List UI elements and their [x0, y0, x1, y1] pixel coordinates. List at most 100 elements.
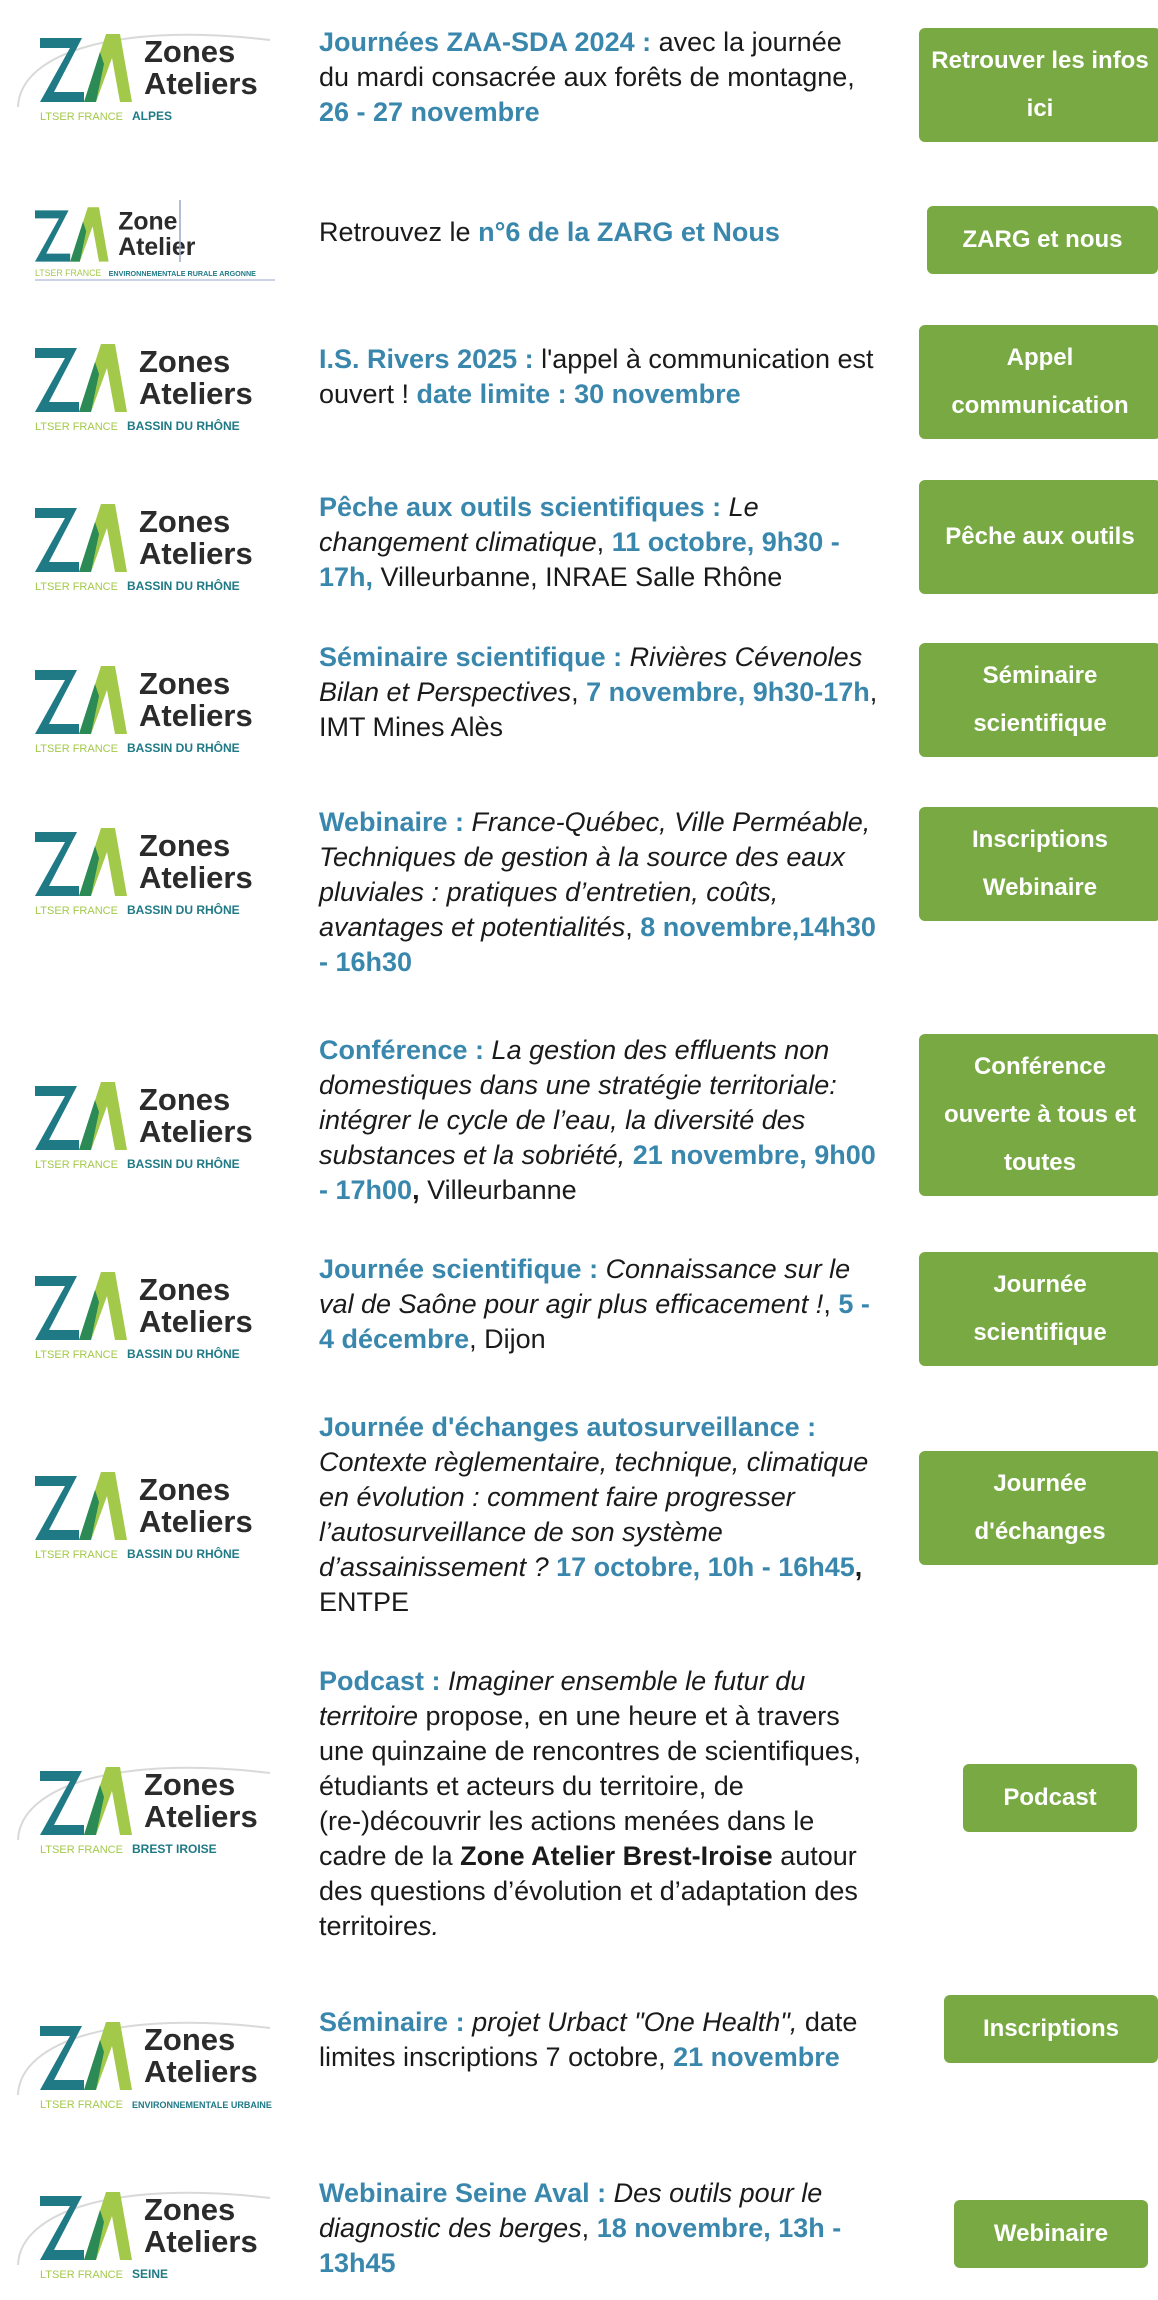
news-description: Webinaire : France-Québec, Ville Perméab… [319, 805, 879, 980]
peche-aux-outils-button[interactable]: Pêche aux outils [919, 480, 1158, 594]
body-text: , [581, 2213, 597, 2243]
conference-ouverte-a-tous-et-toutes-button[interactable]: Conférence ouverte à tous et toutes [919, 1034, 1158, 1196]
news-description: Conférence : La gestion des effluents no… [319, 1033, 879, 1208]
inscriptions-webinaire-button[interactable]: Inscriptions Webinaire [919, 807, 1158, 921]
button-label: Inscriptions [982, 2015, 1120, 2042]
button-label: Séminaire scientifique [973, 662, 1107, 737]
body-text: Zone Atelier Brest-Iroise [460, 1841, 773, 1871]
body-text: , [625, 912, 641, 942]
journee-d-echanges-button[interactable]: Journée d'échanges [919, 1451, 1158, 1565]
news-description: Pêche aux outils scientifiques : Le chan… [319, 490, 879, 595]
site-logo: Zones Ateliers LTSER FRANCE BASSIN DU RHÔNE [0, 1250, 290, 1380]
logo-site: BASSIN DU RHÔNE [127, 740, 240, 755]
webinaire-button[interactable]: Webinaire [954, 2200, 1148, 2268]
news-list: Zones Ateliers LTSER FRANCE ALPES Journées Z… [0, 0, 1158, 2286]
logo-ltser: LTSER FRANCE [35, 905, 118, 917]
logo-line2: Ateliers [139, 536, 253, 571]
body-text: , [823, 1289, 839, 1319]
journee-scientifique-button[interactable]: Journée scientifique [919, 1252, 1158, 1366]
highlight-text: Journée scientifique : [319, 1254, 606, 1284]
z-mark-icon [35, 1476, 79, 1540]
highlight-text: 7 novembre, 9h30-17h [586, 677, 870, 707]
body-text: , [412, 1175, 420, 1205]
retrouver-les-infos-ici-button[interactable]: Retrouver les infos ici [919, 28, 1158, 142]
news-description: Webinaire Seine Aval : Des outils pour l… [319, 2176, 879, 2281]
logo-ltser: LTSER FRANCE [35, 421, 118, 433]
body-text: Villeurbanne [419, 1175, 577, 1205]
appel-communication-button[interactable]: Appel communication [919, 325, 1158, 439]
news-description: Séminaire : projet Urbact "One Health", … [319, 2005, 879, 2075]
zones-ateliers-logo: ZonesAteliers LTSER FRANCE BASSIN DU RHÔNE [35, 1272, 253, 1361]
highlight-text: Conférence : [319, 1035, 492, 1065]
highlight-text: 17 octobre, 10h - 16h45 [556, 1552, 855, 1582]
logo-line1: Zones [144, 2192, 235, 2227]
logo-ltser: LTSER FRANCE [40, 111, 123, 123]
logo-line1: Zones [144, 34, 235, 69]
z-mark-icon [40, 2026, 84, 2090]
body-text: Retrouvez le [319, 217, 479, 247]
logo-line2: Ateliers [144, 1799, 258, 1834]
logo-line2: Ateliers [144, 66, 258, 101]
news-description: Podcast : Imaginer ensemble le futur du … [319, 1664, 879, 1944]
logo-ltser: LTSER FRANCE [35, 1159, 118, 1171]
logo-line1: Zones [144, 1767, 235, 1802]
zones-ateliers-logo: ZonesAteliers LTSER FRANCE BASSIN DU RHÔNE [35, 1472, 253, 1561]
site-logo: Zones Ateliers LTSER FRANCE BASSIN DU RHÔNE [0, 322, 290, 452]
logo-line2: Ateliers [144, 2054, 258, 2089]
logo-site: BASSIN DU RHÔNE [127, 1156, 240, 1171]
button-label: Webinaire [993, 2220, 1109, 2247]
zarg-et-nous-button[interactable]: ZARG et nous [927, 206, 1158, 274]
zones-ateliers-logo: ZonesAteliers LTSER FRANCE BASSIN DU RHÔNE [35, 1082, 253, 1171]
z-mark-icon [35, 832, 79, 896]
news-description: Journée d'échanges autosurveillance : Co… [319, 1410, 879, 1620]
highlight-text: I.S. Rivers 2025 : [319, 344, 534, 374]
podcast-button[interactable]: Podcast [963, 1764, 1137, 1832]
logo-line2: Ateliers [139, 1304, 253, 1339]
logo-line1: Zones [139, 1082, 230, 1117]
italic-text: s. [418, 1911, 440, 1941]
logo-line1: Zones [139, 666, 230, 701]
zones-ateliers-logo: ZoneAtelier LTSER FRANCE ENVIRONNEMENTALE … [35, 200, 275, 281]
seminaire-scientifique-button[interactable]: Séminaire scientifique [919, 643, 1158, 757]
button-label: Conférence ouverte à tous et toutes [943, 1053, 1137, 1176]
z-mark-icon [35, 670, 79, 734]
logo-line2: Ateliers [139, 1504, 253, 1539]
zones-ateliers-logo: ZonesAteliers LTSER FRANCE BASSIN DU RHÔNE [35, 828, 253, 917]
logo-site: BASSIN DU RHÔNE [127, 1546, 240, 1561]
button-label: Inscriptions Webinaire [971, 826, 1109, 901]
logo-ltser: LTSER FRANCE [40, 2099, 123, 2111]
site-logo: Zones Ateliers LTSER FRANCE ALPES [0, 12, 290, 142]
highlight-text: Podcast : [319, 1666, 449, 1696]
site-logo: Zones Ateliers LTSER FRANCE BASSIN DU RHÔNE [0, 1450, 290, 1580]
body-text: , Dijon [469, 1324, 546, 1354]
z-mark-icon [35, 1276, 79, 1340]
highlight-text: Journée d'échanges autosurveillance : [319, 1412, 817, 1442]
site-logo: Zones Ateliers LTSER FRANCE BASSIN DU RHÔNE [0, 806, 290, 936]
z-mark-icon [35, 508, 79, 572]
logo-line2: Ateliers [139, 376, 253, 411]
highlight-text: Pêche aux outils scientifiques : [319, 492, 729, 522]
z-mark-icon [35, 1086, 79, 1150]
highlight-text: date limite : 30 novembre [416, 379, 741, 409]
logo-ltser: LTSER FRANCE [35, 268, 101, 278]
logo-ltser: LTSER FRANCE [35, 581, 118, 593]
logo-site: BREST IROISE [132, 1842, 217, 1856]
logo-line1: Zones [139, 1472, 230, 1507]
zones-ateliers-logo: ZonesAteliers LTSER FRANCE BREST IROISE [17, 1766, 271, 1856]
button-label: Retrouver les infos ici [931, 47, 1149, 122]
site-logo: Zones Ateliers LTSER FRANCE BREST IROISE [0, 1745, 290, 1875]
z-mark-icon [35, 210, 71, 262]
inscriptions-button[interactable]: Inscriptions [944, 1995, 1158, 2063]
highlight-text: n°6 de la ZARG et Nous [478, 217, 780, 247]
logo-line1: Zones [139, 1272, 230, 1307]
zones-ateliers-logo: ZonesAteliers LTSER FRANCE SEINE [17, 2191, 271, 2281]
highlight-text: Journées ZAA-SDA 2024 : [319, 27, 652, 57]
z-mark-icon [40, 38, 84, 102]
site-logo: Zones Ateliers LTSER FRANCE ENVIRONNEMENTAL… [0, 2000, 290, 2130]
button-label: Podcast [1003, 1784, 1097, 1811]
logo-line1: Zones [139, 828, 230, 863]
highlight-text: Séminaire scientifique : [319, 642, 630, 672]
z-mark-icon [40, 2196, 84, 2260]
body-text: ENTPE [319, 1587, 410, 1617]
body-text: , [854, 1552, 863, 1582]
